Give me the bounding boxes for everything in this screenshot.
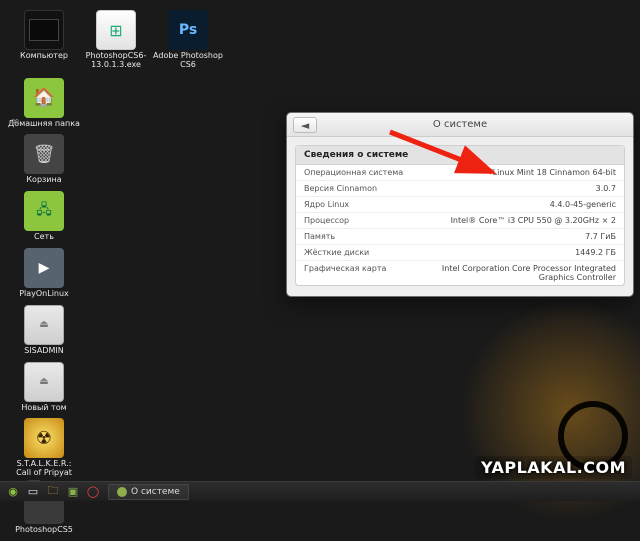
desktop-icon-label: Adobe Photoshop CS6 [152,52,224,70]
info-key: Графическая карта [304,264,386,282]
info-row: Процессор Intel® Core™ i3 CPU 550 @ 3.20… [296,213,624,229]
panel-heading: Сведения о системе [296,146,624,165]
desktop-icon-label: PhotoshopCS5 [8,526,80,535]
info-value: 4.4.0-45-generic [550,200,616,209]
about-system-window: ◄ О системе Сведения о системе Операцион… [286,112,634,297]
info-value: Intel Corporation Core Processor Integra… [406,264,616,282]
window-body: Сведения о системе Операционная система … [287,137,633,296]
desktop-icon-label: Сеть [8,233,80,242]
window-titlebar[interactable]: ◄ О системе [287,113,633,137]
system-info-panel: Сведения о системе Операционная система … [295,145,625,286]
info-key: Жёсткие диски [304,248,369,257]
info-value: Linux Mint 18 Cinnamon 64-bit [493,168,616,177]
radiation-icon [24,418,64,458]
network-icon [24,191,64,231]
desktop-icon-photoshop-cs6[interactable]: Ps Adobe Photoshop CS6 [152,10,224,70]
desktop-icon-label: Компьютер [8,52,80,61]
drive-icon [24,305,64,345]
info-key: Ядро Linux [304,200,349,209]
file-manager-button[interactable]: 🗀 [44,484,62,500]
chrome-icon: ◯ [87,485,99,498]
info-row: Ядро Linux 4.4.0-45-generic [296,197,624,213]
show-desktop-button[interactable]: ▭ [24,484,42,500]
info-value: Intel® Core™ i3 CPU 550 @ 3.20GHz × 2 [451,216,616,225]
desktop-icon-sisadmin[interactable]: SISADMIN [8,305,80,356]
info-row: Память 7.7 ГиБ [296,229,624,245]
info-row: Жёсткие диски 1449.2 ГБ [296,245,624,261]
info-value: 7.7 ГиБ [585,232,616,241]
desktop-icon-photoshop-exe[interactable]: PhotoshopCS6-13.0.1.3.exe [80,10,152,70]
desktop-icon: ▭ [28,485,38,498]
exe-icon [96,10,136,50]
photoshop-icon: Ps [168,10,208,50]
info-key: Операционная система [304,168,403,177]
taskbar-task-about-system[interactable]: О системе [108,484,189,500]
desktop-icon-label: Новый том [8,404,80,413]
trash-icon [24,134,64,174]
info-key: Память [304,232,335,241]
desktop-icon-network[interactable]: Сеть [8,191,80,242]
browser-button[interactable]: ◯ [84,484,102,500]
mint-menu-icon: ◉ [8,485,18,498]
desktop-icon-label: PlayOnLinux [8,290,80,299]
playonlinux-icon [24,248,64,288]
desktop-icon-label: S.T.A.L.K.E.R.: Call of Pripyat [8,460,80,478]
desktop-icon-new-volume[interactable]: Новый том [8,362,80,413]
desktop: Компьютер PhotoshopCS6-13.0.1.3.exe Ps A… [8,8,224,541]
info-row: Операционная система Linux Mint 18 Cinna… [296,165,624,181]
desktop-icon-computer[interactable]: Компьютер [8,10,80,70]
home-folder-icon [24,78,64,118]
window-title: О системе [433,119,487,130]
watermark: YAPLAKAL.COM [475,456,632,479]
desktop-icon-stalker[interactable]: S.T.A.L.K.E.R.: Call of Pripyat [8,418,80,478]
folder-icon: 🗀 [48,482,59,501]
info-value: 3.0.7 [596,184,616,193]
info-key: Процессор [304,216,349,225]
info-row: Графическая карта Intel Corporation Core… [296,261,624,285]
info-value: 1449.2 ГБ [575,248,616,257]
computer-icon [24,10,64,50]
task-label: О системе [131,487,180,497]
wallpaper-glow [440,281,640,541]
info-row: Версия Cinnamon 3.0.7 [296,181,624,197]
terminal-icon: ▣ [68,485,78,498]
infinity-icon: ∞ [10,114,20,128]
desktop-icon-trash[interactable]: Корзина [8,134,80,185]
desktop-icon-label: Корзина [8,176,80,185]
back-button[interactable]: ◄ [293,117,317,133]
info-key: Версия Cinnamon [304,184,377,193]
terminal-button[interactable]: ▣ [64,484,82,500]
menu-button[interactable]: ◉ [4,484,22,500]
desktop-icon-label: PhotoshopCS6-13.0.1.3.exe [80,52,152,70]
taskbar: ◉ ▭ 🗀 ▣ ◯ О системе [0,481,640,501]
task-app-icon [117,487,127,497]
drive-icon [24,362,64,402]
chevron-left-icon: ◄ [301,119,309,132]
desktop-icon-label: SISADMIN [8,347,80,356]
desktop-icon-playonlinux[interactable]: PlayOnLinux [8,248,80,299]
